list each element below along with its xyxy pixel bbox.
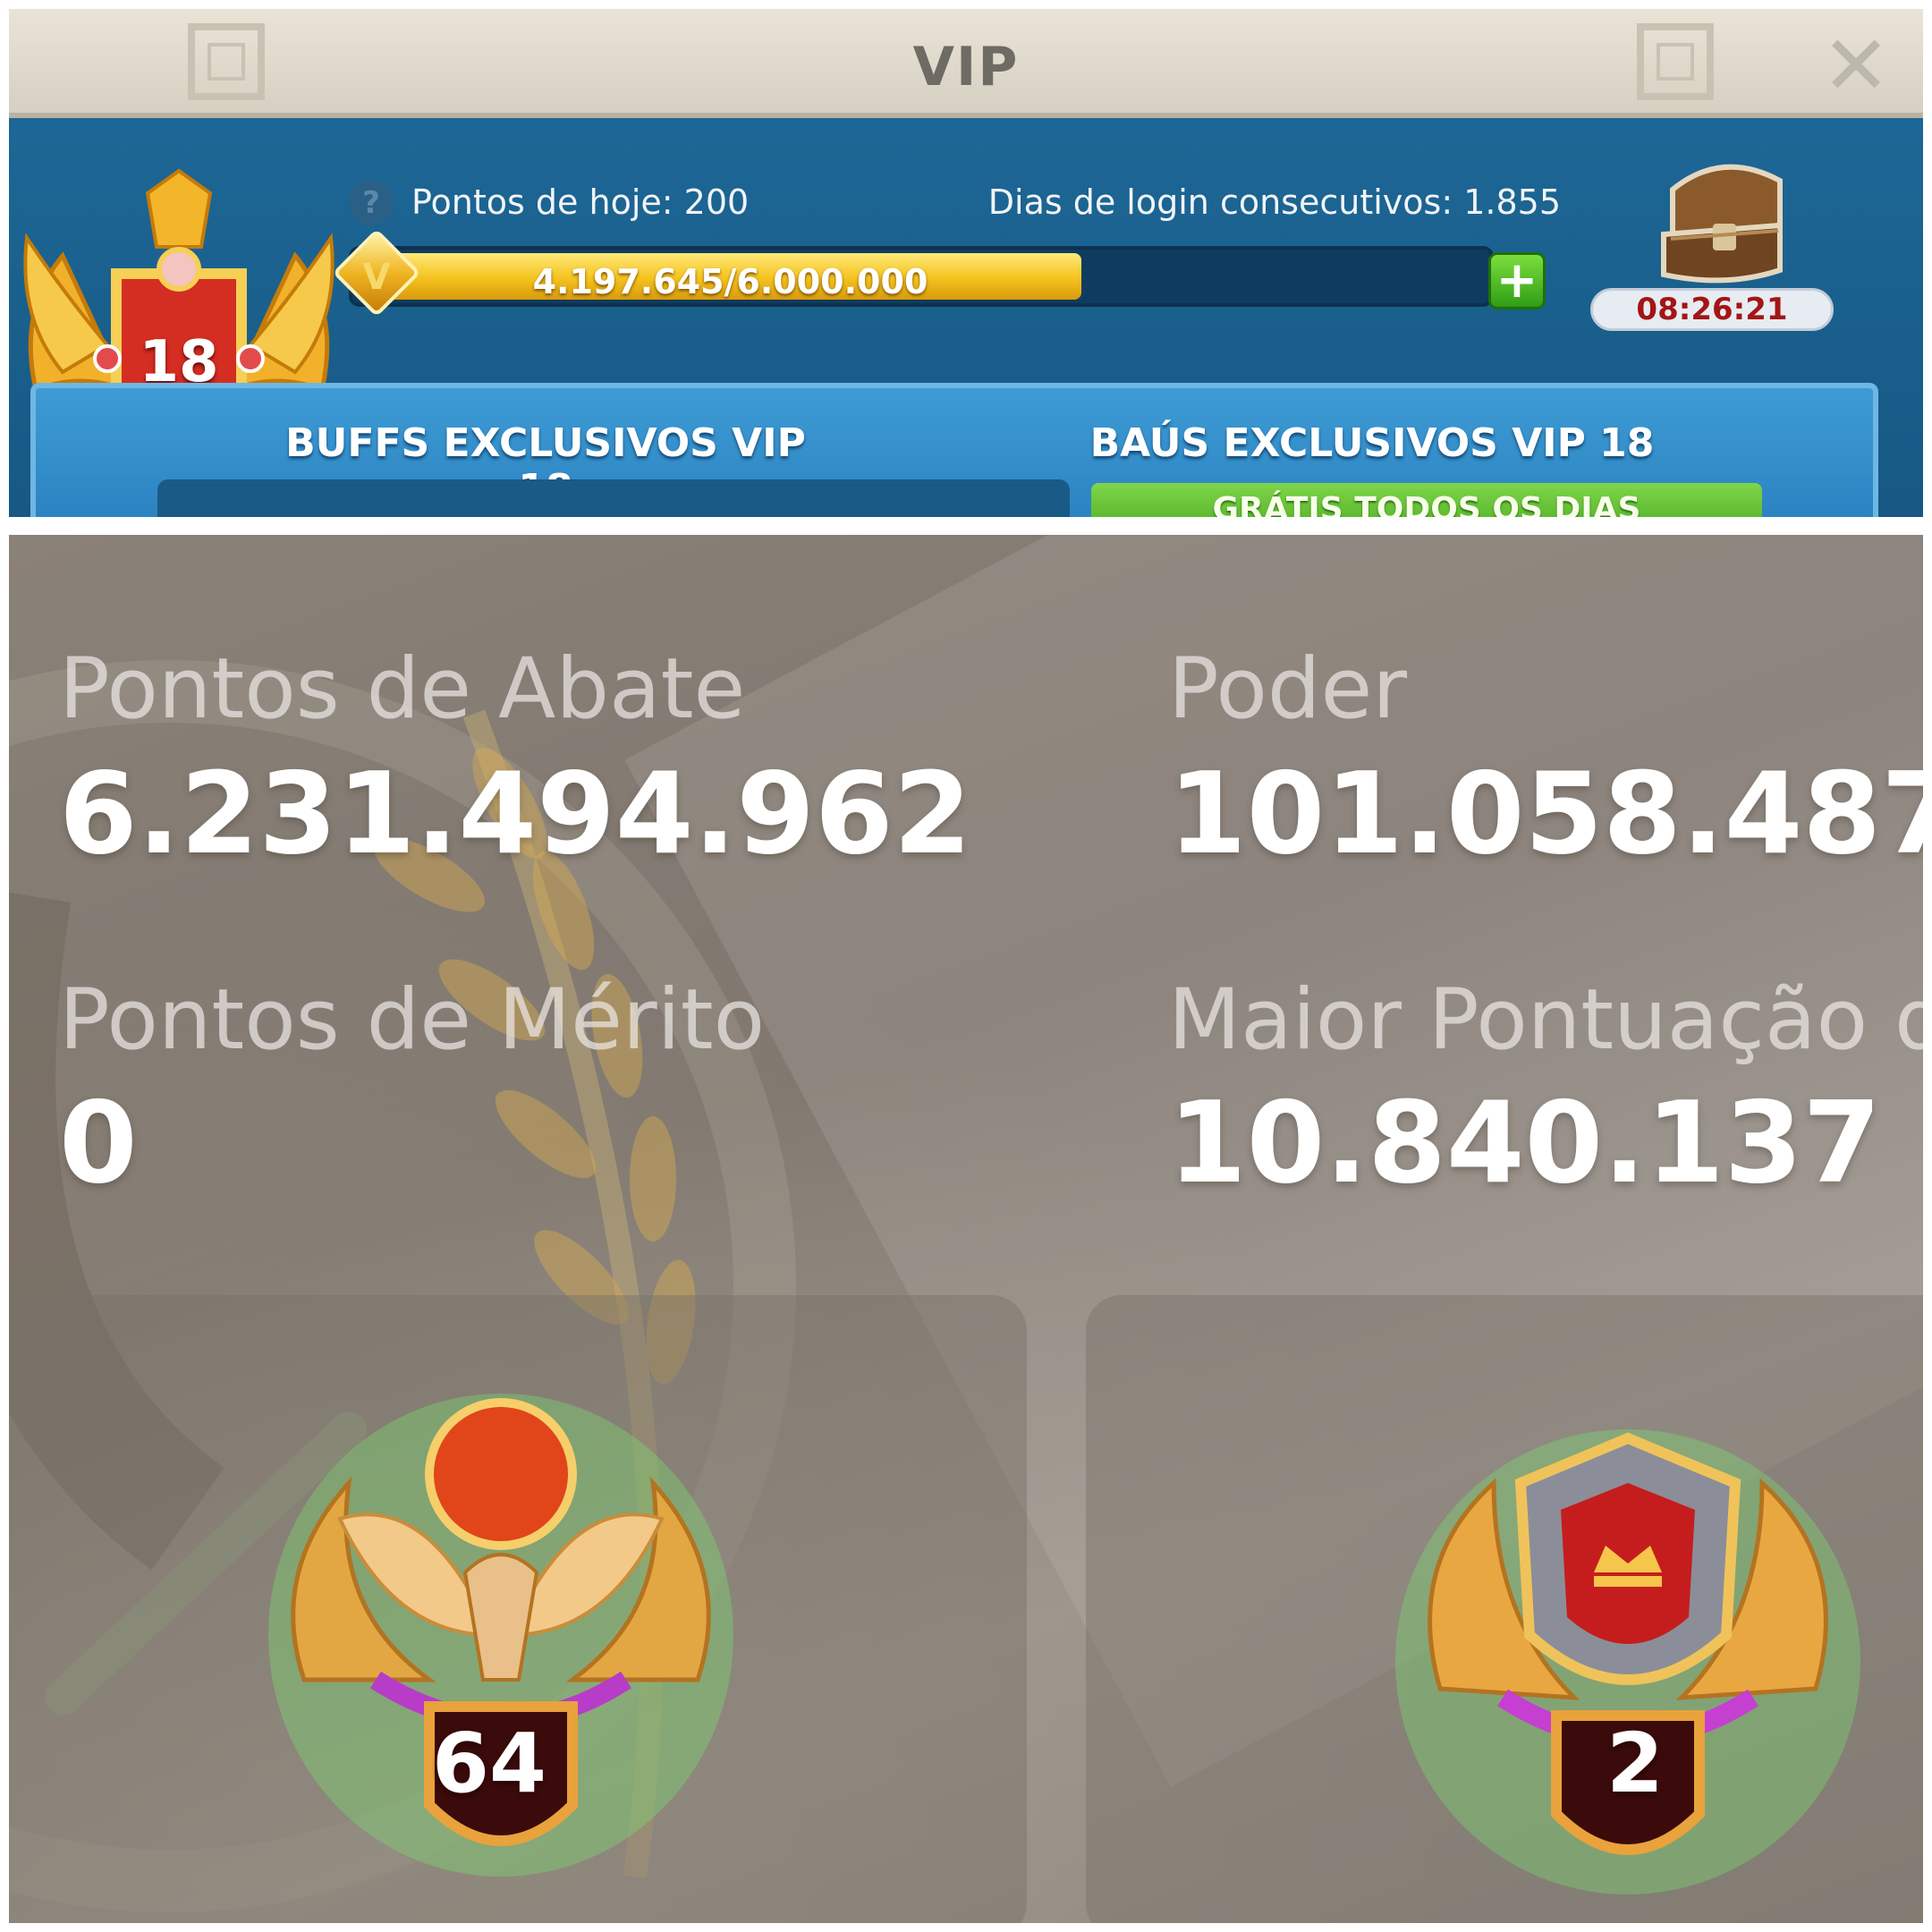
highest-score-label: Maior Pontuação de bbox=[1168, 971, 1923, 1069]
stats-panel: Pontos de Abate 6.231.494.962 Poder 101.… bbox=[9, 535, 1923, 1923]
help-icon[interactable]: ? bbox=[349, 181, 394, 225]
exclusive-chests-title: BAÚS EXCLUSIVOS VIP 18 bbox=[1089, 420, 1655, 466]
vip-points-progress-bar: 4.197.645/6.000.000 bbox=[349, 246, 1494, 307]
add-vip-points-button[interactable]: + bbox=[1488, 252, 1546, 309]
points-today-label: Pontos de hoje: 200 bbox=[411, 182, 750, 222]
power-label: Poder bbox=[1168, 640, 1407, 738]
merit-points-label: Pontos de Mérito bbox=[59, 971, 766, 1069]
chest-timer: 08:26:21 bbox=[1590, 288, 1834, 331]
vip-diamond-letter: V bbox=[362, 257, 391, 298]
kill-points-label: Pontos de Abate bbox=[59, 640, 746, 738]
shield-badge-level: 2 bbox=[1606, 1716, 1664, 1811]
kill-points-value: 6.231.494.962 bbox=[59, 748, 972, 879]
vip-points-progress-text: 4.197.645/6.000.000 bbox=[532, 262, 928, 301]
chest-icon[interactable] bbox=[1646, 154, 1798, 288]
plus-icon: + bbox=[1496, 251, 1538, 309]
free-daily-banner[interactable]: GRÁTIS TODOS OS DIAS bbox=[1091, 483, 1762, 517]
close-icon[interactable]: ✕ bbox=[1816, 25, 1896, 107]
shield-badge-icon[interactable] bbox=[1386, 1402, 1869, 1903]
power-value: 101.058.487 bbox=[1168, 748, 1923, 879]
merit-points-value: 0 bbox=[59, 1077, 138, 1208]
vip-title: VIP bbox=[912, 36, 1020, 98]
vip-exclusive-box: BUFFS EXCLUSIVOS VIP 18 BAÚS EXCLUSIVOS … bbox=[30, 383, 1878, 517]
vip-title-bar: VIP ✕ bbox=[9, 9, 1923, 118]
exclusive-buffs-list bbox=[157, 479, 1070, 517]
highest-score-value: 10.840.137 bbox=[1168, 1077, 1882, 1208]
eagle-badge-level: 64 bbox=[431, 1716, 547, 1811]
meander-ornament-right bbox=[1637, 23, 1714, 100]
vip-panel: VIP ✕ ? Pontos de hoje: 200 Dias de logi… bbox=[9, 9, 1923, 517]
eagle-badge-icon[interactable] bbox=[250, 1340, 751, 1894]
consecutive-login-label: Dias de login consecutivos: 1.855 bbox=[987, 182, 1561, 222]
